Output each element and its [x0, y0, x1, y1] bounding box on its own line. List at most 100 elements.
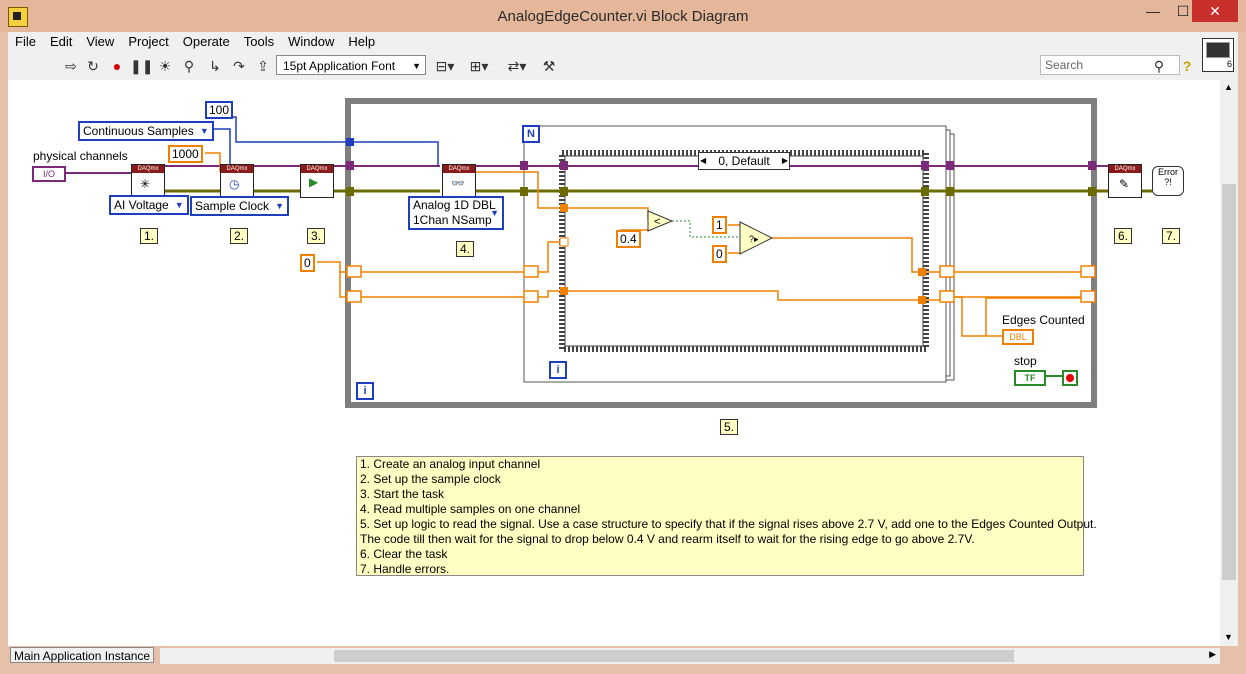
menu-bar: File Edit View Project Operate Tools Window Hel… — [8, 32, 1198, 52]
comment-line: 7. Handle errors. — [360, 562, 450, 576]
horizontal-scrollbar[interactable]: ▶ — [160, 648, 1220, 664]
zero-constant[interactable]: 0 — [712, 245, 727, 263]
edges-counted-indicator[interactable]: DBL — [1002, 329, 1034, 345]
menu-operate[interactable]: Operate — [176, 32, 237, 51]
comment-line: 6. Clear the task — [360, 547, 448, 561]
simple-error-handler-vi[interactable]: Error?! — [1152, 166, 1184, 196]
menu-help[interactable]: Help — [341, 32, 382, 51]
abort-icon[interactable]: ● — [108, 57, 126, 75]
scroll-right-icon[interactable]: ▶ — [1209, 649, 1216, 660]
for-shift-right-a — [939, 265, 955, 278]
case-selector-terminal — [559, 237, 569, 247]
close-button[interactable]: ✕ — [1192, 0, 1238, 22]
rate-constant[interactable]: 1000 — [168, 145, 203, 163]
help-icon[interactable]: ? — [1178, 57, 1196, 75]
wire-shift-out — [954, 271, 1088, 298]
stop-control[interactable]: TF — [1014, 370, 1046, 386]
for-tunnel-error-out — [946, 187, 954, 196]
vertical-scrollbar[interactable]: ▲ ▼ — [1220, 80, 1238, 646]
menu-edit[interactable]: Edit — [43, 32, 79, 51]
wire-rate — [205, 152, 221, 172]
step-label-1: 1. — [140, 228, 159, 244]
case-out-b — [918, 296, 926, 304]
comment-line: The code till then wait for the signal t… — [360, 532, 975, 546]
one-constant[interactable]: 1 — [712, 216, 727, 234]
case-tunnel-task — [560, 161, 568, 170]
shift-reg-right-a — [1080, 265, 1096, 278]
comment-line: 5. Set up logic to read the signal. Use … — [360, 517, 1097, 531]
case-tunnel-data — [560, 204, 568, 212]
window: AnalogEdgeCounter.vi Block Diagram — ☐ ✕… — [0, 0, 1246, 674]
wire-samples — [226, 116, 439, 166]
zero-init-constant[interactable]: 0 — [300, 254, 315, 272]
loop-condition-terminal[interactable] — [1062, 370, 1078, 386]
tunnel-task-in — [346, 161, 354, 170]
horizontal-scroll-thumb[interactable] — [334, 650, 1014, 662]
daqmx-timing-vi[interactable]: DAQmx ◷ — [220, 164, 254, 198]
font-select[interactable]: 15pt Application Font ▼ — [276, 55, 426, 75]
shift-reg-left-a — [346, 265, 362, 278]
minimize-button[interactable]: — — [1138, 0, 1168, 22]
stop-icon — [1066, 374, 1074, 382]
app-instance-status[interactable]: Main Application Instance — [10, 647, 154, 663]
for-loop-iteration-terminal: i — [549, 361, 567, 379]
vertical-scroll-thumb[interactable] — [1222, 184, 1236, 580]
run-arrow-icon[interactable]: ⇨ — [62, 57, 80, 75]
tunnel-samples — [346, 138, 354, 146]
menu-window[interactable]: Window — [281, 32, 341, 51]
for-tunnel-task — [520, 161, 528, 170]
comment-line: 3. Start the task — [360, 487, 445, 501]
read-instance-ring[interactable]: Analog 1D DBL 1Chan NSamp ▼ — [408, 196, 504, 230]
physical-channels-control[interactable]: I/O — [32, 166, 66, 182]
case-tunnel-task-out — [921, 161, 929, 170]
diagram-comment[interactable]: 1. Create an analog input channel 2. Set… — [356, 456, 1097, 576]
align-objects-icon[interactable]: ⊟▾ — [432, 57, 458, 75]
for-shift-left-a — [523, 265, 539, 278]
step-label-3: 3. — [307, 228, 326, 244]
cleanup-diagram-icon[interactable]: ⚒ — [538, 57, 560, 75]
threshold-low-constant[interactable]: 0.4 — [616, 230, 641, 248]
tunnel-task-out — [1088, 161, 1096, 170]
shift-reg-right-b — [1080, 290, 1096, 303]
daqmx-read-vi[interactable]: DAQmx 👓 — [442, 164, 476, 198]
window-title: AnalogEdgeCounter.vi Block Diagram — [497, 8, 749, 25]
sample-clock-ring[interactable]: Sample Clock — [190, 196, 290, 216]
case-tunnel-error-out — [921, 187, 929, 196]
menu-project[interactable]: Project — [121, 32, 175, 51]
daqmx-start-task-vi[interactable]: DAQmx ▶ — [300, 164, 334, 198]
wire-shift-in — [360, 271, 528, 298]
block-diagram-canvas[interactable]: < ?▸ physical channels I/O Continuous Sa… — [8, 80, 1220, 646]
step-out-icon[interactable]: ⇪ — [254, 57, 272, 75]
retain-wire-values-icon[interactable]: ⚲ — [180, 57, 198, 75]
pause-icon[interactable]: ❚❚ — [130, 57, 153, 75]
step-over-icon[interactable]: ↷ — [230, 57, 248, 75]
title-bar: AnalogEdgeCounter.vi Block Diagram — ☐ ✕ — [0, 0, 1246, 32]
search-icon[interactable]: ⚲ — [1150, 57, 1168, 75]
scroll-down-icon[interactable]: ▼ — [1224, 632, 1233, 642]
ai-voltage-ring[interactable]: AI Voltage — [109, 195, 189, 215]
menu-tools[interactable]: Tools — [237, 32, 281, 51]
reorder-icon[interactable]: ⇄▾ — [504, 57, 530, 75]
samples-constant[interactable]: 100 — [205, 101, 234, 119]
daqmx-create-channel-vi[interactable]: DAQmx ✳ — [131, 164, 165, 198]
comment-line: 1. Create an analog input channel — [360, 457, 541, 471]
menu-file[interactable]: File — [8, 32, 43, 51]
run-continuously-icon[interactable]: ↻ — [84, 57, 102, 75]
step-label-6: 6. — [1114, 228, 1133, 244]
for-shift-right-b — [939, 290, 955, 303]
tunnel-error-out — [1088, 187, 1096, 196]
step-into-icon[interactable]: ↳ — [206, 57, 224, 75]
for-shift-left-b — [523, 290, 539, 303]
highlight-execution-icon[interactable]: ☀ — [156, 57, 174, 75]
shift-reg-left-b — [346, 290, 362, 303]
scroll-up-icon[interactable]: ▲ — [1224, 82, 1233, 92]
menu-view[interactable]: View — [79, 32, 121, 51]
case-tunnel-error — [560, 187, 568, 196]
distribute-objects-icon[interactable]: ⊞▾ — [466, 57, 492, 75]
for-loop-count-terminal[interactable]: N — [522, 125, 540, 143]
daqmx-clear-task-vi[interactable]: DAQmx ✎ — [1108, 164, 1142, 198]
sample-mode-ring[interactable]: Continuous Samples — [78, 121, 214, 141]
case-selector-label[interactable]: ◀ 0, Default ▶ — [698, 152, 790, 170]
select-symbol: ?▸ — [749, 234, 759, 244]
vi-icon[interactable]: 6 — [1202, 38, 1234, 72]
